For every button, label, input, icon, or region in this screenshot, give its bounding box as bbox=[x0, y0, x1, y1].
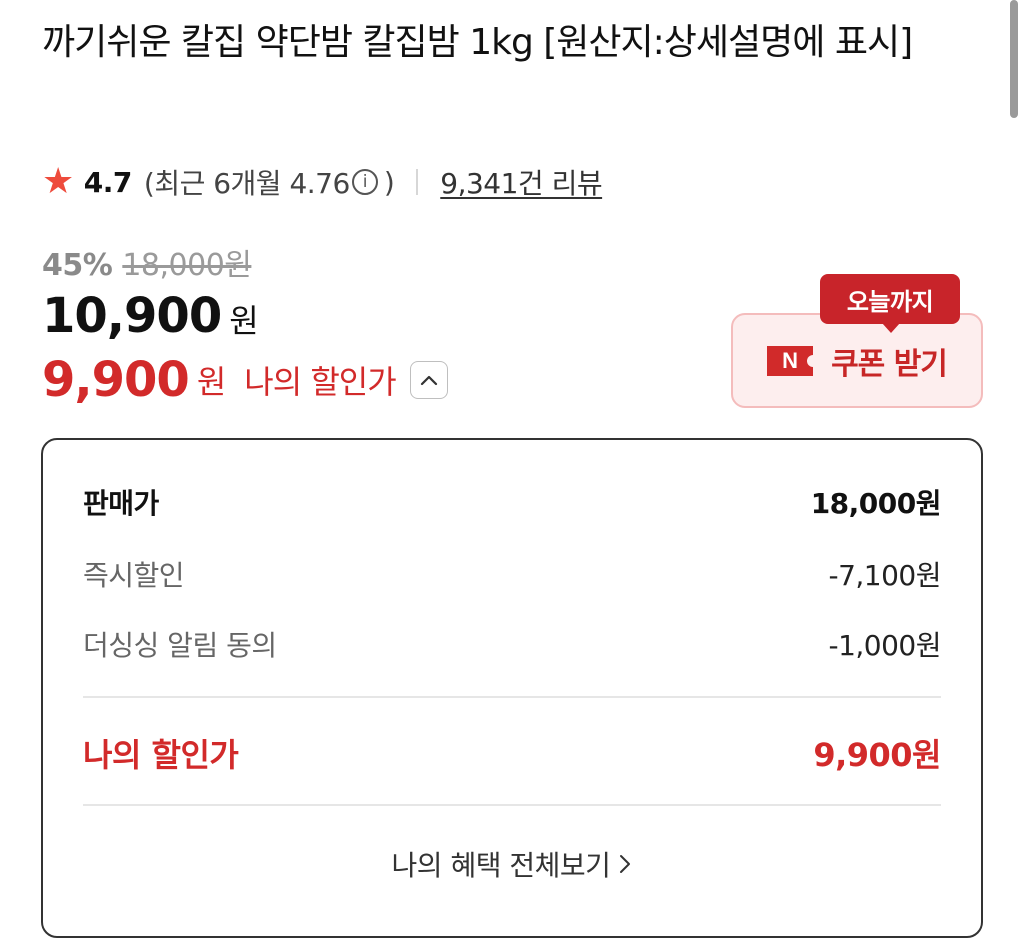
breakdown-row-final: 나의 할인가 9,900원 bbox=[83, 730, 941, 776]
recent-rating-text: (최근 6개월 4.76 bbox=[143, 167, 350, 200]
price-breakdown-panel: 판매가 18,000원 즉시할인 -7,100원 더싱싱 알림 동의 -1,00… bbox=[41, 438, 983, 938]
rating-row: ★ 4.7 (최근 6개월 4.76 i ) 9,341건 리뷰 bbox=[42, 158, 603, 206]
breakdown-row-instant: 즉시할인 -7,100원 bbox=[83, 554, 941, 594]
my-price-label: 나의 할인가 bbox=[244, 363, 396, 401]
collapse-toggle-button[interactable] bbox=[409, 361, 448, 399]
sale-price: 10,900 bbox=[42, 288, 222, 344]
my-price-row: 9,900 원 나의 할인가 bbox=[42, 352, 448, 408]
sale-price-row: 10,900 원 bbox=[42, 288, 259, 344]
recent-rating-close: ) bbox=[383, 165, 395, 199]
discount-percent: 45% bbox=[42, 248, 113, 283]
coupon-label: 쿠폰 받기 bbox=[831, 346, 948, 382]
breakdown-row-sell: 판매가 18,000원 bbox=[83, 482, 942, 522]
divider bbox=[416, 169, 419, 195]
final-price-value: 9,900원 bbox=[813, 736, 941, 774]
coupon-ticket-icon: N bbox=[767, 345, 820, 376]
sell-price-value: 18,000원 bbox=[810, 487, 942, 520]
chevron-right-icon bbox=[618, 853, 632, 875]
final-price-label: 나의 할인가 bbox=[83, 736, 239, 774]
divider bbox=[83, 696, 941, 698]
instant-discount-value: -7,100원 bbox=[828, 559, 941, 592]
divider bbox=[83, 804, 941, 806]
rating-value: 4.7 bbox=[83, 165, 133, 199]
scrollbar[interactable] bbox=[1010, 0, 1018, 118]
chevron-up-icon bbox=[420, 375, 437, 386]
my-price-unit: 원 bbox=[196, 363, 227, 401]
sale-price-unit: 원 bbox=[229, 302, 259, 340]
product-title: 까기쉬운 칼집 약단밤 칼집밤 1kg [원산지:상세설명에 표시] bbox=[42, 22, 913, 63]
view-all-label: 나의 혜택 전체보기 bbox=[391, 849, 611, 882]
review-count-link[interactable]: 9,341건 리뷰 bbox=[440, 162, 602, 202]
info-icon[interactable]: i bbox=[351, 169, 378, 195]
today-only-badge: 오늘까지 bbox=[820, 274, 960, 333]
original-price-row: 45% 18,000원 bbox=[42, 240, 252, 284]
original-price: 18,000원 bbox=[122, 248, 252, 283]
sell-price-label: 판매가 bbox=[83, 487, 159, 520]
alert-consent-label: 더싱싱 알림 동의 bbox=[83, 629, 277, 662]
alert-consent-value: -1,000원 bbox=[828, 629, 941, 662]
instant-discount-label: 즉시할인 bbox=[83, 559, 185, 592]
star-icon: ★ bbox=[42, 161, 74, 202]
my-discount-price: 9,900 bbox=[42, 352, 190, 408]
view-all-benefits-link[interactable]: 나의 혜택 전체보기 bbox=[43, 844, 981, 884]
breakdown-row-alert-consent: 더싱싱 알림 동의 -1,000원 bbox=[83, 624, 941, 664]
coupon-download-button[interactable]: N 쿠폰 받기 bbox=[731, 313, 983, 408]
